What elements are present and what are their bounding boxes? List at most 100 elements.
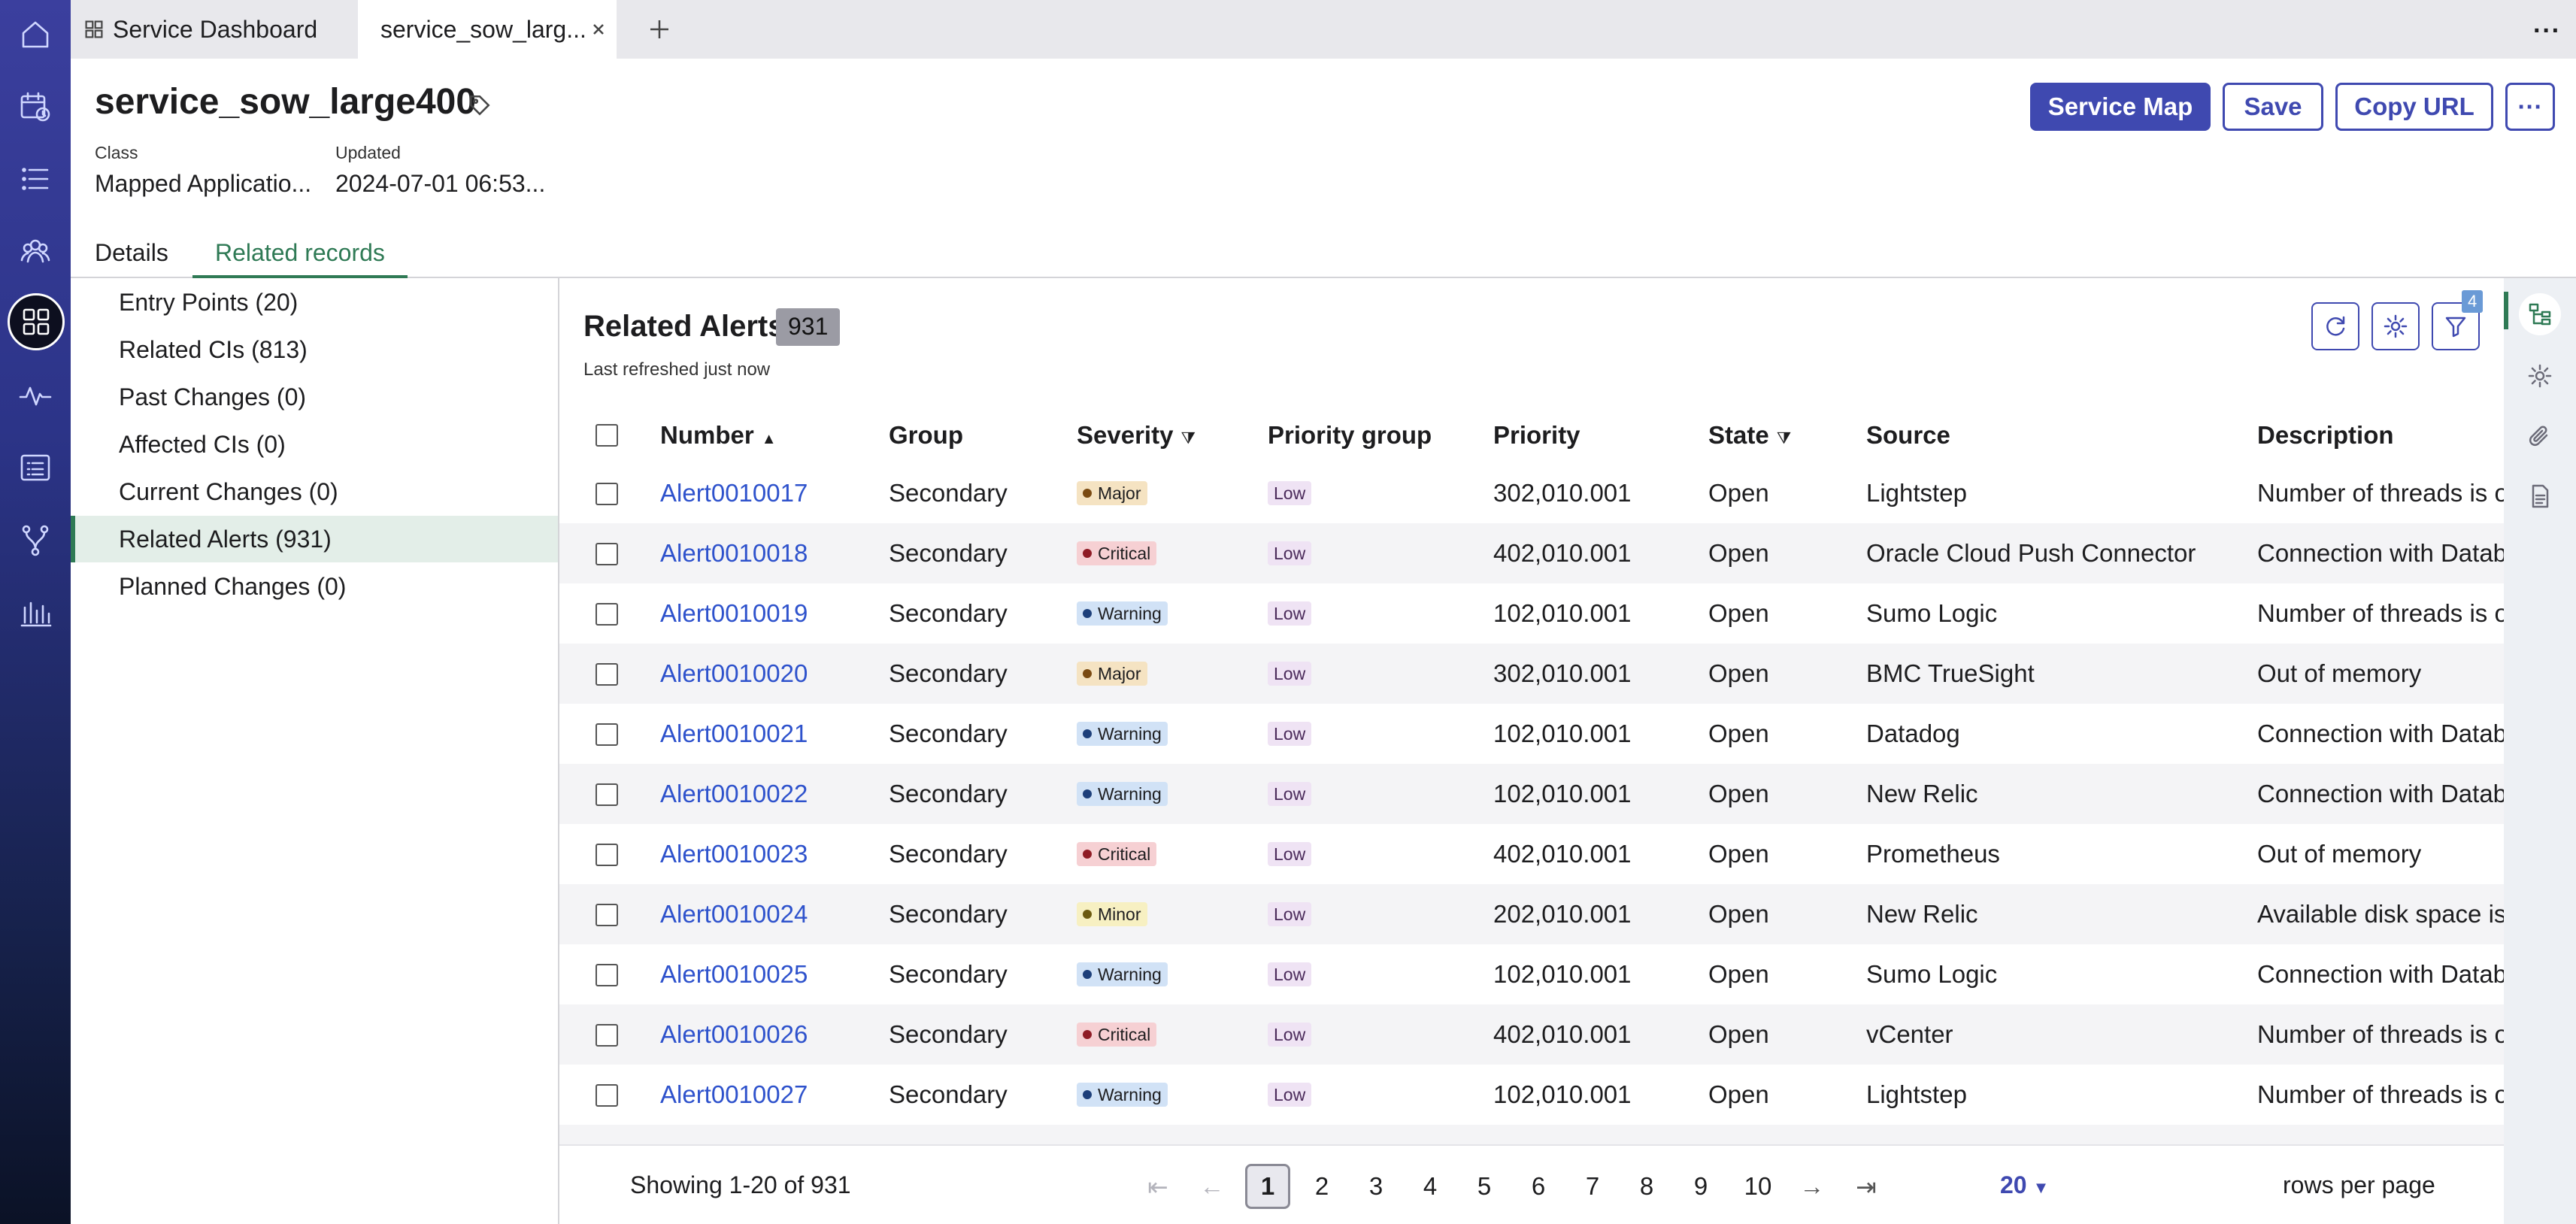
tab-service-dashboard[interactable]: Service Dashboard (71, 0, 356, 59)
copy-url-button[interactable]: Copy URL (2335, 83, 2493, 131)
nav-planned-changes[interactable]: Planned Changes (0) (71, 563, 558, 610)
column-header-group[interactable]: Group (889, 421, 963, 450)
alert-number-link[interactable]: Alert0010023 (660, 824, 808, 884)
column-header-priority-group[interactable]: Priority group (1268, 421, 1432, 450)
alert-number-link[interactable]: Alert0010017 (660, 463, 808, 523)
page-2[interactable]: 2 (1299, 1164, 1344, 1209)
row-checkbox[interactable] (596, 483, 618, 505)
table-row[interactable]: Alert0010021 Secondary Warning Low 102,010.0… (559, 704, 2504, 764)
prev-page-icon[interactable]: ← (1190, 1164, 1235, 1209)
nav-related-cis[interactable]: Related CIs (813) (71, 326, 558, 373)
page-1[interactable]: 1 (1245, 1164, 1290, 1209)
home-icon[interactable] (13, 12, 58, 57)
save-button[interactable]: Save (2223, 83, 2323, 131)
nav-entry-points[interactable]: Entry Points (20) (71, 279, 558, 326)
row-checkbox[interactable] (596, 1084, 618, 1107)
gear-icon[interactable] (2522, 358, 2558, 394)
row-checkbox[interactable] (596, 904, 618, 926)
alert-number-link[interactable]: Alert0010024 (660, 884, 808, 944)
row-checkbox[interactable] (596, 1024, 618, 1047)
table-row[interactable]: Alert0010024 Secondary Minor Low 202,010.001… (559, 884, 2504, 944)
tab-related-records[interactable]: Related records (192, 229, 408, 278)
rows-per-page-select[interactable]: 20 ▼ (2000, 1171, 2049, 1199)
row-checkbox[interactable] (596, 844, 618, 866)
priority-group-cell: Low (1268, 944, 1312, 1004)
form-list-icon[interactable] (13, 445, 58, 490)
row-checkbox[interactable] (596, 663, 618, 686)
table-row[interactable]: Alert0010017 Secondary Major Low 302,010.001… (559, 463, 2504, 523)
group-cell: Secondary (889, 900, 1008, 928)
severity-dot-icon (1083, 669, 1092, 678)
alert-number-link[interactable]: Alert0010026 (660, 1004, 808, 1065)
tab-service-sow[interactable]: service_sow_larg... (358, 0, 617, 59)
list-icon[interactable] (13, 156, 58, 201)
priority-group-cell: Low (1268, 644, 1312, 704)
alert-number-link[interactable]: Alert0010021 (660, 704, 808, 764)
related-items-icon[interactable] (2519, 293, 2561, 335)
users-icon[interactable] (13, 229, 58, 274)
table-row[interactable]: Alert0010027 Secondary Warning Low 102,010.0… (559, 1065, 2504, 1125)
column-header-priority[interactable]: Priority (1493, 421, 1580, 450)
row-checkbox[interactable] (596, 964, 618, 986)
select-all-checkbox[interactable] (596, 424, 618, 447)
calendar-clock-icon[interactable] (13, 84, 58, 129)
dashboard-grid-icon[interactable] (8, 293, 65, 350)
nav-related-alerts[interactable]: Related Alerts (931) (71, 516, 558, 562)
first-page-icon[interactable]: ⇤ (1135, 1164, 1180, 1209)
table-row[interactable]: Alert0010022 Secondary Warning Low 102,010.0… (559, 764, 2504, 824)
priority-group-badge: Low (1268, 662, 1312, 686)
alert-number-link[interactable]: Alert0010019 (660, 583, 808, 644)
page-5[interactable]: 5 (1462, 1164, 1507, 1209)
group-cell: Secondary (889, 720, 1008, 747)
page-7[interactable]: 7 (1570, 1164, 1615, 1209)
nav-current-changes[interactable]: Current Changes (0) (71, 468, 558, 515)
tab-details[interactable]: Details (95, 239, 168, 267)
column-header-number[interactable]: Number ▲ (660, 421, 776, 450)
page-4[interactable]: 4 (1408, 1164, 1453, 1209)
page-10[interactable]: 10 (1735, 1164, 1780, 1209)
tag-icon[interactable] (468, 93, 492, 117)
page-6[interactable]: 6 (1516, 1164, 1561, 1209)
alert-number-link[interactable]: Alert0010020 (660, 644, 808, 704)
alert-number-link[interactable]: Alert0010025 (660, 944, 808, 1004)
branch-icon[interactable] (13, 517, 58, 562)
alert-number-link[interactable]: Alert0010027 (660, 1065, 808, 1125)
row-checkbox[interactable] (596, 543, 618, 565)
alert-number-link[interactable]: Alert0010022 (660, 764, 808, 824)
attachment-icon[interactable] (2522, 418, 2558, 454)
table-row[interactable]: Alert0010026 Secondary Critical Low 402,010.… (559, 1004, 2504, 1065)
more-actions-button[interactable]: ··· (2505, 83, 2555, 131)
close-icon[interactable] (591, 22, 606, 37)
page-8[interactable]: 8 (1624, 1164, 1669, 1209)
bar-chart-icon[interactable] (13, 589, 58, 635)
table-row[interactable]: Alert0010019 Secondary Warning Low 102,010.0… (559, 583, 2504, 644)
table-row[interactable]: Alert0010020 Secondary Major Low 302,010.001… (559, 644, 2504, 704)
column-header-description[interactable]: Description (2257, 421, 2394, 450)
page-9[interactable]: 9 (1678, 1164, 1723, 1209)
priority-group-cell: Low (1268, 1065, 1312, 1125)
next-page-icon[interactable]: → (1790, 1164, 1835, 1209)
settings-button[interactable] (2371, 302, 2420, 350)
add-tab-icon[interactable] (648, 18, 671, 41)
service-map-button[interactable]: Service Map (2030, 83, 2211, 131)
nav-affected-cis[interactable]: Affected CIs (0) (71, 421, 558, 468)
table-row[interactable]: Alert0010025 Secondary Warning Low 102,010.0… (559, 944, 2504, 1004)
refresh-button[interactable] (2311, 302, 2359, 350)
column-header-severity[interactable]: Severity ⧩ (1077, 421, 1196, 450)
last-page-icon[interactable]: ⇥ (1844, 1164, 1889, 1209)
row-checkbox[interactable] (596, 603, 618, 626)
alert-number-link[interactable]: Alert0010018 (660, 523, 808, 583)
more-menu-icon[interactable]: ··· (2533, 17, 2561, 46)
page-3[interactable]: 3 (1353, 1164, 1399, 1209)
description-cell: Out of memory (2257, 840, 2422, 868)
row-checkbox[interactable] (596, 783, 618, 806)
nav-past-changes[interactable]: Past Changes (0) (71, 374, 558, 420)
table-row[interactable]: Alert0010018 Secondary Critical Low 402,010.… (559, 523, 2504, 583)
pulse-icon[interactable] (13, 373, 58, 418)
document-icon[interactable] (2522, 478, 2558, 514)
row-checkbox[interactable] (596, 723, 618, 746)
column-header-source[interactable]: Source (1866, 421, 1950, 450)
sort-ascending-icon: ▲ (761, 431, 777, 447)
table-row[interactable]: Alert0010023 Secondary Critical Low 402,010.… (559, 824, 2504, 884)
column-header-state[interactable]: State ⧩ (1708, 421, 1791, 450)
